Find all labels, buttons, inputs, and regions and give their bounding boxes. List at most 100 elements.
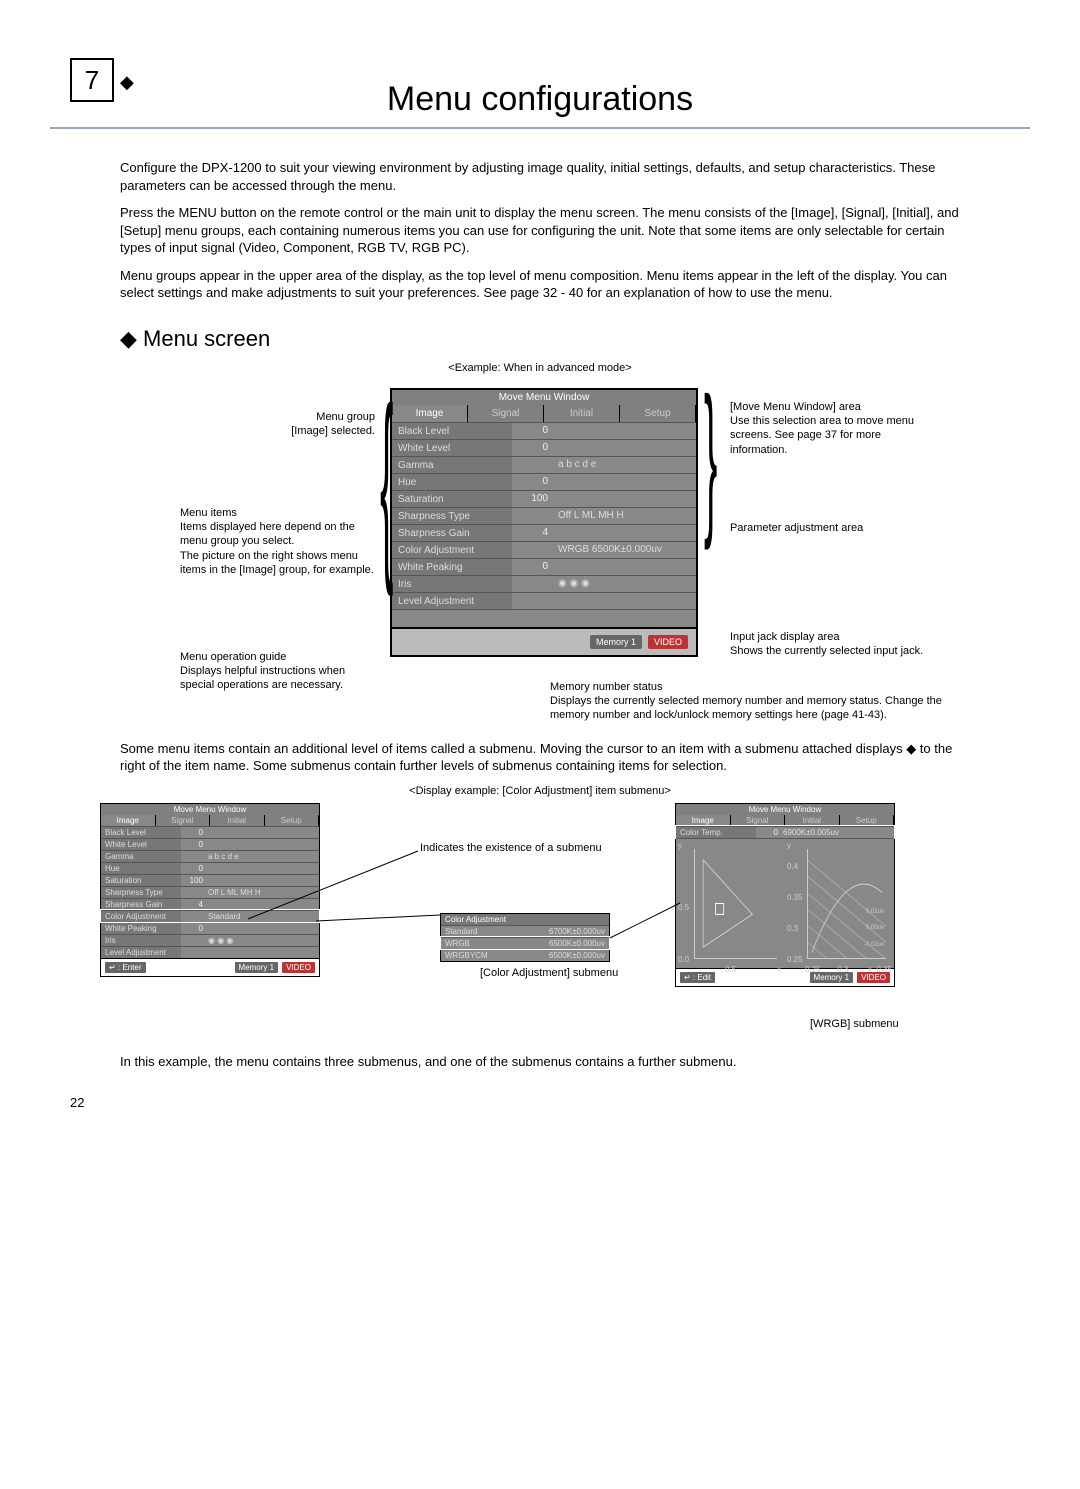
tab-setup: Setup: [620, 405, 696, 422]
tab-setup: Setup: [265, 815, 320, 826]
label-input-jack: Input jack display area Shows the curren…: [730, 630, 950, 659]
y-tick: 0.5: [678, 903, 689, 912]
foot-edit: ↵ : Edit: [680, 972, 715, 983]
label-menu-group: Menu group [Image] selected.: [195, 410, 375, 439]
menu-footer: Memory 1 VIDEO: [392, 627, 696, 655]
submenu-title: Color Adjustment: [441, 914, 609, 925]
foot-memory: Memory 1: [235, 962, 279, 973]
sub-row-r: 6700K±0.000uv: [549, 927, 605, 936]
row-val: 0: [181, 840, 205, 849]
row-val: 0: [181, 924, 205, 933]
row-val: 0: [512, 425, 552, 436]
section-number-box: 7: [70, 58, 114, 102]
row-name: Sharpness Type: [101, 887, 181, 898]
x-tick: 0.5: [725, 965, 736, 974]
diamond-icon: ◆: [120, 72, 134, 93]
row-rest: 6900K±0.005uv: [780, 828, 894, 837]
submenu-box: Color Adjustment Standard6700K±0.000uv W…: [440, 913, 610, 962]
y-label: y: [678, 841, 682, 850]
y-label: y: [787, 841, 791, 850]
uv-label: 0.02uv: [866, 909, 884, 915]
menu-main: Move Menu Window Image Signal Initial Se…: [390, 388, 698, 657]
row-name: Saturation: [392, 491, 512, 507]
x-tick: 0.25: [805, 965, 821, 974]
row-val: 100: [181, 876, 205, 885]
row-name: Color Adjustment: [392, 542, 512, 558]
example-caption: <Example: When in advanced mode>: [50, 362, 1030, 374]
label-color-submenu: [Color Adjustment] submenu: [480, 966, 618, 980]
row-val: 100: [512, 493, 552, 504]
page-title: Menu configurations: [50, 80, 1030, 119]
label-menu-guide: Menu operation guide Displays helpful in…: [180, 650, 380, 693]
x-tick: 0.35: [876, 965, 892, 974]
x-label: x: [868, 965, 872, 974]
label-submenu-exists: Indicates the existence of a submenu: [420, 841, 602, 855]
menu-body: Black Level0 White Level0 Gammaa b c d e…: [392, 422, 696, 609]
row-name: White Peaking: [101, 923, 181, 934]
label-menu-items: Menu items Items displayed here depend o…: [180, 506, 380, 577]
gamut-chart-icon: [695, 849, 777, 958]
row-val: 0: [512, 561, 552, 572]
foot-enter: ↵ : Enter: [105, 962, 146, 973]
y-tick: 0.35: [787, 893, 803, 902]
intro-para-1: Configure the DPX-1200 to suit your view…: [120, 159, 960, 194]
sub-row-r: 6500K±0.000uv: [549, 939, 605, 948]
mini-menu-right: Move Menu Window Image Signal Initial Se…: [675, 803, 895, 987]
title-rule: [50, 127, 1030, 129]
menu-topbar: Move Menu Window: [392, 390, 696, 405]
row-rest: Off L ML MH H: [205, 888, 319, 897]
row-name: Black Level: [101, 827, 181, 838]
tab-image: Image: [392, 405, 468, 422]
section-number: 7: [85, 65, 99, 96]
y-tick: 0.4: [787, 862, 798, 871]
row-val: 4: [512, 527, 552, 538]
tab-initial: Initial: [544, 405, 620, 422]
row-rest: a b c d e: [552, 459, 696, 470]
row-name: Sharpness Type: [392, 508, 512, 524]
row-val: 0: [512, 476, 552, 487]
row-name: Color Temp.: [676, 827, 756, 838]
row-val: 0: [756, 828, 780, 837]
row-name: Sharpness Gain: [101, 899, 181, 910]
row-val: 0: [512, 442, 552, 453]
tab-initial: Initial: [210, 815, 265, 826]
sub-caption: <Display example: [Color Adjustment] ite…: [50, 785, 1030, 797]
brace-icon: }: [704, 376, 717, 544]
row-rest: Off L ML MH H: [552, 510, 696, 521]
foot-input: VIDEO: [648, 635, 688, 649]
label-move-window: [Move Menu Window] area Use this selecti…: [730, 400, 930, 457]
intro-para-3: Menu groups appear in the upper area of …: [120, 267, 960, 302]
y-tick: 0.3: [787, 924, 798, 933]
sub-row-r: 6500K±0.000uv: [549, 951, 605, 960]
label-wrgb-submenu: [WRGB] submenu: [810, 1017, 899, 1031]
subhead-menu-screen: ◆ Menu screen: [120, 326, 960, 352]
row-name: Iris: [392, 576, 512, 592]
row-val: 4: [181, 900, 205, 909]
y-tick: 0.0: [678, 955, 689, 964]
tab-signal: Signal: [468, 405, 544, 422]
row-rest: a b c d e: [205, 852, 319, 861]
row-name: Hue: [392, 474, 512, 490]
mini-menu-left: Move Menu Window Image Signal Initial Se…: [100, 803, 320, 977]
sub-row-l: WRGBYCM: [445, 951, 549, 960]
row-rest: ◉ ◉ ◉: [205, 936, 319, 945]
tab-signal: Signal: [731, 815, 786, 826]
row-name: Gamma: [101, 851, 181, 862]
row-name: Black Level: [392, 423, 512, 439]
diagram-submenus: Move Menu Window Image Signal Initial Se…: [80, 803, 1000, 1053]
sub-row-l: WRGB: [445, 939, 549, 948]
page: 7 ◆ Menu configurations Configure the DP…: [0, 0, 1080, 1130]
row-name: Saturation: [101, 875, 181, 886]
mini-topbar: Move Menu Window: [101, 804, 319, 815]
page-number: 22: [70, 1095, 84, 1110]
foot-memory: Memory 1: [590, 635, 642, 649]
label-param-area: Parameter adjustment area: [730, 521, 930, 535]
mini-topbar: Move Menu Window: [676, 804, 894, 815]
tab-initial: Initial: [785, 815, 840, 826]
row-name: Sharpness Gain: [392, 525, 512, 541]
row-val: 0: [181, 828, 205, 837]
row-name: Color Adjustment: [101, 911, 181, 922]
uv-label: -0.02uv: [864, 942, 884, 948]
row-rest: WRGB 6500K±0.000uv: [552, 544, 696, 555]
label-memory-status: Memory number status Displays the curren…: [550, 680, 970, 723]
